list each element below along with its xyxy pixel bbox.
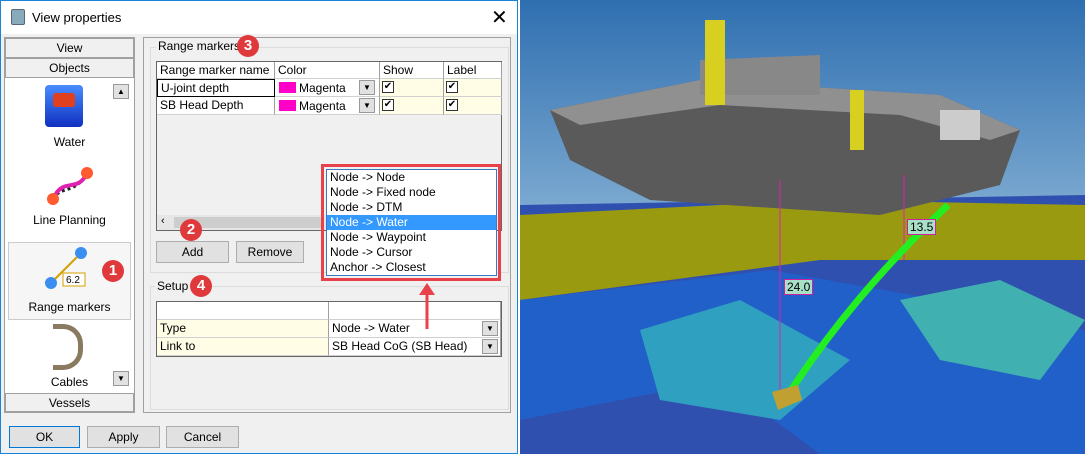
chevron-down-icon[interactable]: ▼ bbox=[482, 339, 498, 354]
marker-name-cell[interactable]: U-joint depth bbox=[157, 79, 275, 97]
label-cell: ✔ bbox=[444, 97, 502, 115]
column-header-color: Color bbox=[275, 62, 380, 79]
badge-4: 4 bbox=[190, 275, 212, 297]
show-checkbox[interactable]: ✔ bbox=[382, 81, 394, 93]
dropdown-option[interactable]: Node -> Fixed node bbox=[327, 185, 496, 200]
label-cell: ✔ bbox=[444, 79, 502, 97]
dropdown-option[interactable]: Node -> Water bbox=[327, 215, 496, 230]
link-value: SB Head CoG (SB Head) bbox=[332, 339, 468, 353]
ok-button[interactable]: OK bbox=[9, 426, 80, 448]
sidebar-item-line-planning[interactable]: Line Planning bbox=[5, 163, 134, 233]
show-cell: ✔ bbox=[380, 79, 444, 97]
cable-icon bbox=[53, 324, 83, 370]
marker-color-select[interactable]: Magenta ▼ bbox=[275, 79, 380, 97]
color-value: Magenta bbox=[299, 99, 346, 113]
title-bar: View properties ✕ bbox=[1, 1, 517, 34]
column-header-name: Range marker name bbox=[157, 62, 275, 79]
range-value-label: 6.2 bbox=[66, 275, 80, 286]
setup-header-cell bbox=[329, 302, 501, 320]
3d-scene-view[interactable]: 13.5 24.0 bbox=[520, 0, 1085, 454]
tab-vessels[interactable]: Vessels bbox=[5, 393, 134, 412]
chevron-down-icon[interactable]: ▼ bbox=[359, 98, 375, 113]
column-header-label: Label bbox=[444, 62, 502, 79]
dialog-title: View properties bbox=[32, 10, 122, 25]
label-checkbox[interactable]: ✔ bbox=[446, 81, 458, 93]
scroll-left-icon[interactable]: ‹ bbox=[161, 215, 165, 227]
sidebar-item-label: Water bbox=[53, 135, 86, 149]
type-value: Node -> Water bbox=[332, 321, 410, 335]
dropdown-option[interactable]: Anchor -> Closest bbox=[327, 260, 496, 275]
badge-2: 2 bbox=[180, 219, 202, 241]
tab-view[interactable]: View bbox=[5, 38, 134, 58]
scene-graphics bbox=[520, 20, 1085, 454]
cancel-button[interactable]: Cancel bbox=[166, 426, 239, 448]
dropdown-option[interactable]: Node -> Cursor bbox=[327, 245, 496, 260]
scroll-down-button[interactable]: ▼ bbox=[113, 371, 129, 386]
sidebar: View Objects Water ▲ Line Planning 6.2 R… bbox=[4, 37, 135, 413]
label-checkbox[interactable]: ✔ bbox=[446, 99, 458, 111]
setup-group-label: Setup bbox=[155, 279, 191, 293]
sidebar-item-label: Line Planning bbox=[33, 213, 106, 227]
app-icon bbox=[11, 9, 25, 25]
dropdown-option[interactable]: Node -> Node bbox=[327, 170, 496, 185]
close-icon[interactable]: ✕ bbox=[491, 5, 508, 30]
dropdown-option[interactable]: Node -> Waypoint bbox=[327, 230, 496, 245]
range-markers-icon: 6.2 bbox=[45, 247, 87, 289]
marker-name-cell[interactable]: SB Head Depth bbox=[157, 97, 275, 115]
range-label: 24.0 bbox=[784, 279, 814, 295]
badge-3: 3 bbox=[237, 35, 259, 57]
sidebar-item-label: Range markers bbox=[28, 300, 111, 314]
add-button[interactable]: Add bbox=[156, 241, 229, 263]
link-to-select[interactable]: SB Head CoG (SB Head) ▼ bbox=[329, 338, 501, 356]
setup-grid: Type Node -> Water ▼ Link to SB Head CoG … bbox=[156, 301, 502, 357]
color-swatch bbox=[279, 100, 296, 111]
remove-button[interactable]: Remove bbox=[236, 241, 304, 263]
setup-key-type: Type bbox=[157, 320, 329, 338]
type-select[interactable]: Node -> Water ▼ bbox=[329, 320, 501, 338]
line-planning-icon bbox=[47, 167, 93, 205]
color-swatch bbox=[279, 82, 296, 93]
view-properties-dialog: View properties ✕ View Objects Water ▲ L… bbox=[0, 0, 518, 454]
scroll-up-button[interactable]: ▲ bbox=[113, 84, 129, 99]
column-header-show: Show bbox=[380, 62, 444, 79]
chevron-down-icon[interactable]: ▼ bbox=[482, 321, 498, 336]
show-cell: ✔ bbox=[380, 97, 444, 115]
arrow-icon bbox=[419, 283, 435, 329]
boat-icon bbox=[45, 85, 83, 127]
tab-objects[interactable]: Objects bbox=[5, 58, 134, 78]
range-markers-group-label: Range markers bbox=[156, 39, 243, 53]
marker-color-select[interactable]: Magenta ▼ bbox=[275, 97, 380, 115]
apply-button[interactable]: Apply bbox=[87, 426, 160, 448]
badge-1: 1 bbox=[102, 260, 124, 282]
setup-key-link: Link to bbox=[157, 338, 329, 356]
show-checkbox[interactable]: ✔ bbox=[382, 99, 394, 111]
color-value: Magenta bbox=[299, 81, 346, 95]
dropdown-option[interactable]: Node -> DTM bbox=[327, 200, 496, 215]
setup-header-cell bbox=[157, 302, 329, 320]
chevron-down-icon[interactable]: ▼ bbox=[359, 80, 375, 95]
type-dropdown-list: Node -> Node Node -> Fixed node Node -> DT… bbox=[326, 169, 497, 276]
range-label: 13.5 bbox=[907, 219, 937, 235]
